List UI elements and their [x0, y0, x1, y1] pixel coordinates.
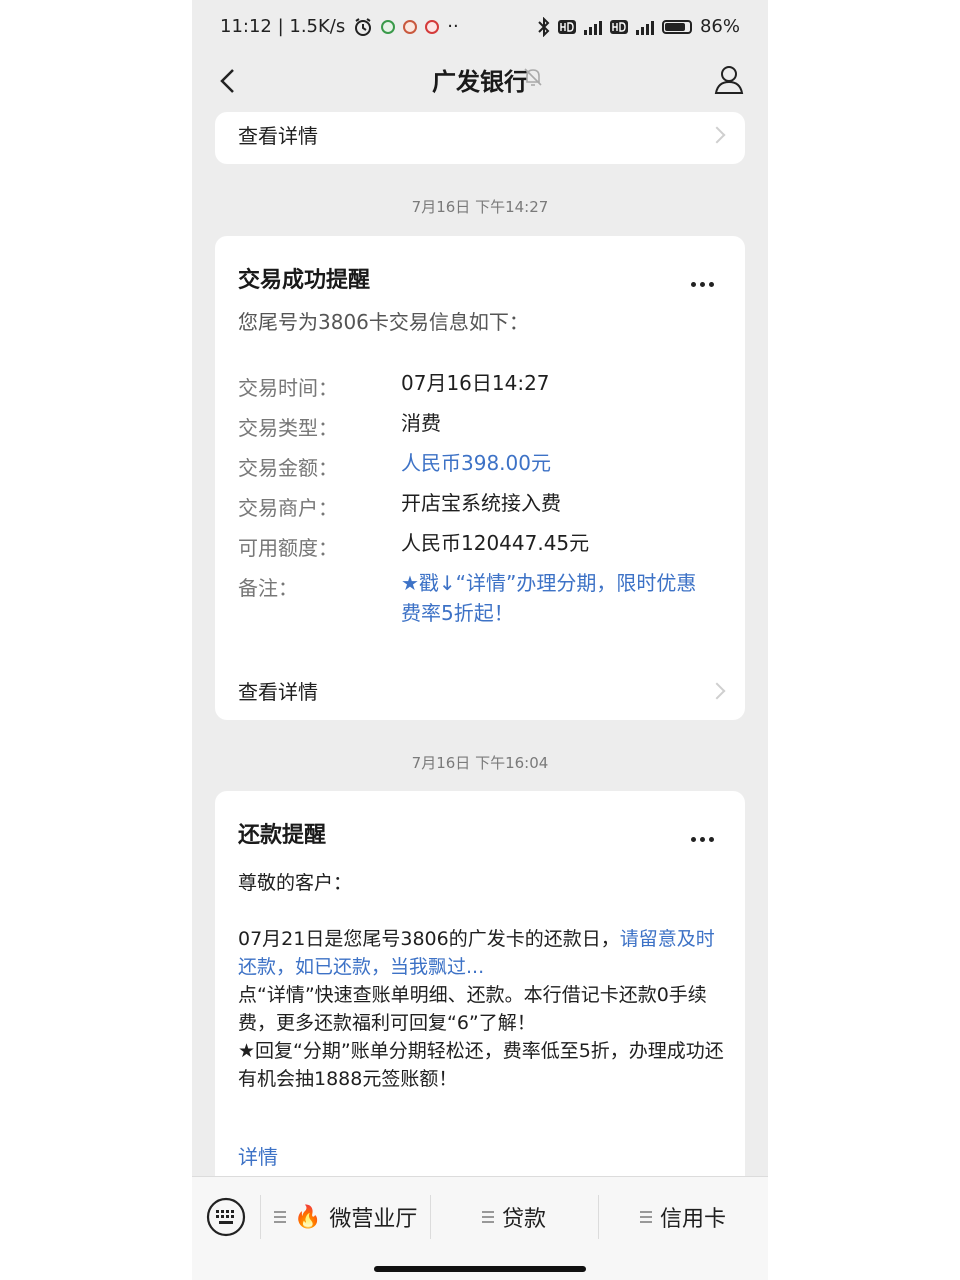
- row-value-amount: 人民币398.00元: [401, 451, 551, 475]
- battery-level: 86%: [699, 16, 740, 37]
- menu-item-label: 贷款: [502, 1207, 547, 1232]
- repayment-paragraph-1: 07月21日是您尾号3806的广发卡的还款日，请留意及时还款，如已还款，当我飘过…: [238, 925, 728, 981]
- previous-message-card: 查看详情: [215, 112, 745, 164]
- nav-bar: 广发银行: [192, 56, 768, 108]
- row-value-credit: 人民币120447.45元: [401, 531, 590, 555]
- more-notifications-icon: ··: [447, 16, 459, 37]
- app-notification-icon: [381, 19, 396, 34]
- repayment-paragraph-3[interactable]: ★回复“分期”账单分期轻松还，费率低至5折，办理成功还有机会抽1888元签账额！: [238, 1037, 728, 1093]
- more-options-icon[interactable]: [691, 827, 719, 842]
- view-details-link[interactable]: 查看详情: [238, 676, 318, 705]
- battery-icon: [661, 19, 692, 34]
- menu-divider: [430, 1195, 431, 1239]
- card-title: 还款提醒: [238, 823, 327, 848]
- menu-lines-icon: [482, 1208, 494, 1226]
- row-value-time: 07月16日14:27: [401, 371, 550, 395]
- view-details-link[interactable]: 查看详情: [238, 120, 318, 149]
- alarm-icon: [355, 17, 372, 36]
- shield-notification-icon: [403, 19, 418, 34]
- row-value-type: 消费: [401, 411, 441, 435]
- fire-icon: 🔥: [294, 1204, 322, 1230]
- more-options-icon[interactable]: [691, 272, 719, 287]
- row-value-merchant: 开店宝系统接入费: [401, 491, 561, 515]
- menu-lines-icon: [274, 1208, 286, 1226]
- menu-divider: [260, 1195, 261, 1239]
- row-label-type: 交易类型：: [238, 416, 338, 440]
- bottom-menu-bar: 🔥 微营业厅 贷款 信用卡: [192, 1176, 768, 1280]
- details-link[interactable]: 详情: [238, 1141, 278, 1170]
- transaction-message-card: 交易成功提醒 您尾号为3806卡交易信息如下： 交易时间： 07月16日14:2…: [215, 236, 745, 720]
- menu-item-micro-hall[interactable]: 🔥 微营业厅: [274, 1201, 417, 1233]
- signal-1-icon: [583, 19, 602, 35]
- chevron-right-icon: [708, 126, 726, 144]
- page-title: 广发银行: [432, 68, 528, 96]
- menu-lines-icon: [640, 1208, 652, 1226]
- row-label-remark: 备注：: [238, 576, 298, 600]
- phone-screen: 11:12 | 1.5K/s ·· 86% 广发银行 查看详情 7月16日 下午…: [192, 0, 768, 1280]
- menu-divider: [598, 1195, 599, 1239]
- keyboard-icon[interactable]: [206, 1197, 246, 1237]
- row-label-merchant: 交易商户：: [238, 496, 338, 520]
- row-value-remark[interactable]: ★戳↓“详情”办理分期，限时优惠费率5折起！: [401, 568, 711, 628]
- mute-bell-icon: [524, 68, 542, 86]
- hd-icon-2: [609, 19, 628, 34]
- signal-2-icon: [635, 19, 654, 35]
- bluetooth-icon: [538, 16, 550, 37]
- card-intro: 您尾号为3806卡交易信息如下：: [238, 310, 529, 334]
- menu-item-credit-card[interactable]: 信用卡: [640, 1201, 726, 1233]
- row-label-credit: 可用额度：: [238, 536, 338, 560]
- menu-item-label: 信用卡: [660, 1207, 727, 1232]
- repayment-paragraph-2[interactable]: 点“详情”快速查账单明细、还款。本行借记卡还款0手续费，更多还款福利可回复“6”…: [238, 981, 728, 1037]
- row-label-time: 交易时间：: [238, 376, 338, 400]
- card-title: 交易成功提醒: [238, 268, 371, 293]
- status-time: 11:12 | 1.5K/s: [220, 16, 346, 37]
- repayment-message-card: 还款提醒 尊敬的客户： 07月21日是您尾号3806的广发卡的还款日，请留意及时…: [215, 791, 745, 1191]
- chevron-right-icon: [708, 682, 726, 700]
- home-indicator[interactable]: [374, 1266, 586, 1272]
- hd-icon: [557, 19, 576, 34]
- message-timestamp: 7月16日 下午16:04: [411, 754, 549, 772]
- status-left: 11:12 | 1.5K/s ··: [220, 16, 459, 37]
- red-notification-icon: [425, 19, 440, 34]
- status-right: 86%: [538, 16, 740, 37]
- row-label-amount: 交易金额：: [238, 456, 338, 480]
- user-profile-icon[interactable]: [712, 62, 746, 96]
- menu-item-label: 微营业厅: [329, 1207, 418, 1232]
- menu-item-loan[interactable]: 贷款: [482, 1201, 546, 1233]
- message-timestamp: 7月16日 下午14:27: [411, 198, 549, 216]
- greeting-text: 尊敬的客户：: [238, 872, 353, 894]
- status-bar: 11:12 | 1.5K/s ·· 86%: [192, 0, 768, 56]
- repayment-date-text: 07月21日是您尾号3806的广发卡的还款日，: [238, 928, 620, 950]
